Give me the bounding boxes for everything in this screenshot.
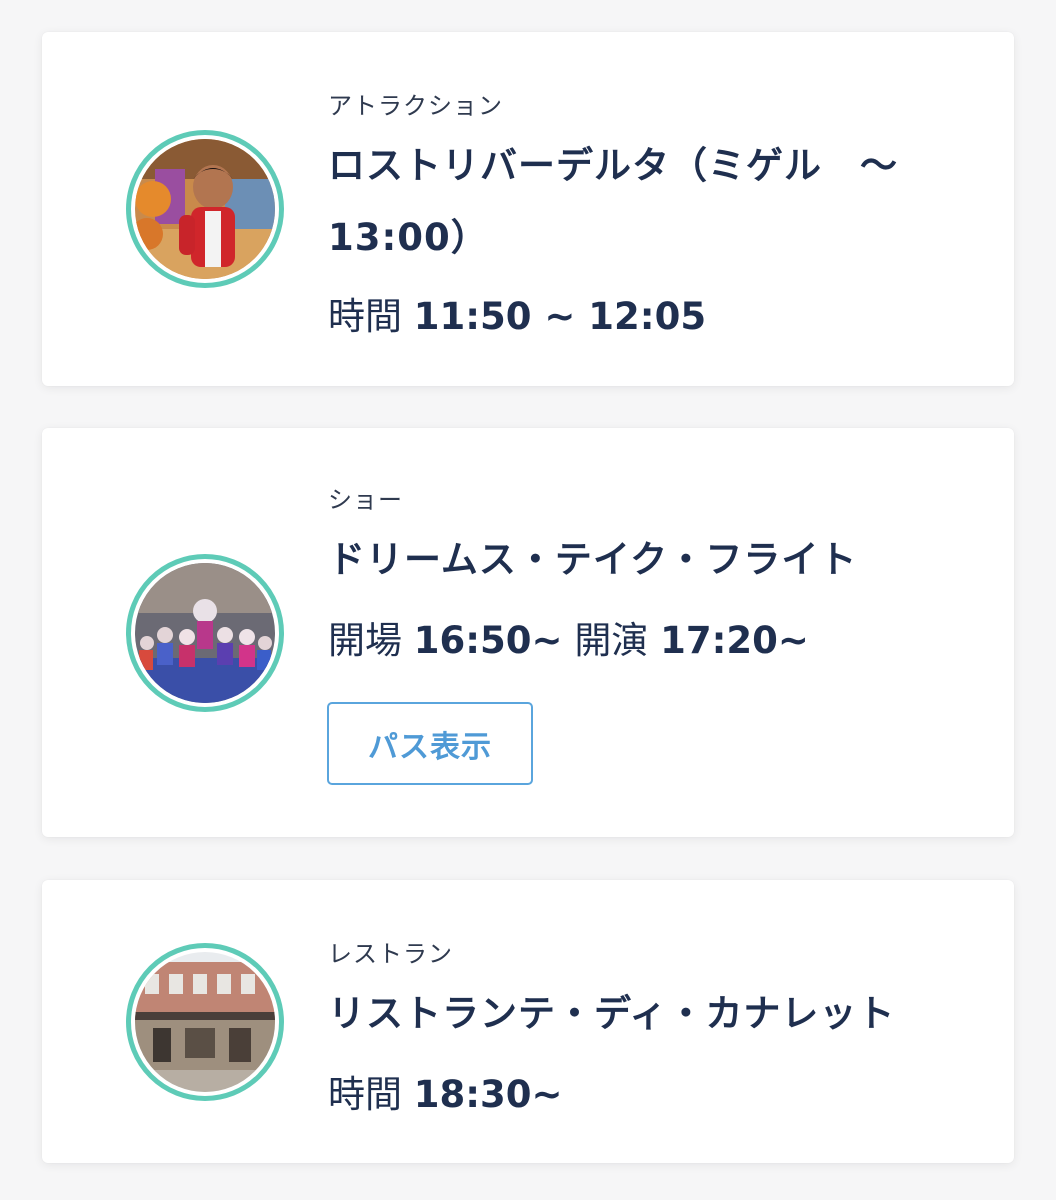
plan-card-restaurant[interactable]: レストラン リストランテ・ディ・カナレット 時間 18:30~ (42, 880, 1014, 1163)
item-category: ショー (328, 486, 403, 514)
item-category: レストラン (328, 940, 453, 968)
item-category: アトラクション (328, 92, 503, 120)
plan-card-attraction[interactable]: アトラクション ロストリバーデルタ（ミゲル ～ 13:00） 時間 11:50 … (42, 32, 1014, 386)
item-title-line-2: 13:00） (328, 216, 489, 259)
restaurant-thumbnail (126, 943, 284, 1101)
start-label: 開演 (574, 619, 649, 662)
attraction-thumbnail (126, 130, 284, 288)
item-time: 時間 11:50 ~ 12:05 (328, 286, 706, 340)
start-value: 17:20~ (660, 619, 809, 662)
open-label: 開場 (328, 619, 402, 662)
plan-card-show[interactable]: ショー ドリームス・テイク・フライト 開場 16:50~ 開演 17:20~ パ… (42, 428, 1014, 837)
item-title: ロストリバーデルタ（ミゲル ～ 13:00） (328, 130, 898, 274)
item-title: リストランテ・ディ・カナレット (328, 992, 896, 1035)
item-time: 時間 18:30~ (328, 1064, 563, 1118)
time-label: 時間 (328, 295, 402, 338)
show-pass-button[interactable]: パス表示 (327, 702, 533, 785)
time-value: 11:50 ~ 12:05 (413, 295, 707, 338)
character-photo-icon (135, 139, 275, 279)
item-time: 開場 16:50~ 開演 17:20~ (328, 610, 809, 664)
open-value: 16:50~ (413, 619, 563, 662)
restaurant-photo-icon (135, 952, 275, 1092)
time-label: 時間 (328, 1073, 402, 1116)
show-photo-icon (135, 563, 275, 703)
item-title-line-1: ロストリバーデルタ（ミゲル ～ (328, 144, 898, 187)
item-title: ドリームス・テイク・フライト (328, 538, 858, 581)
show-thumbnail (126, 554, 284, 712)
time-value: 18:30~ (413, 1073, 563, 1116)
